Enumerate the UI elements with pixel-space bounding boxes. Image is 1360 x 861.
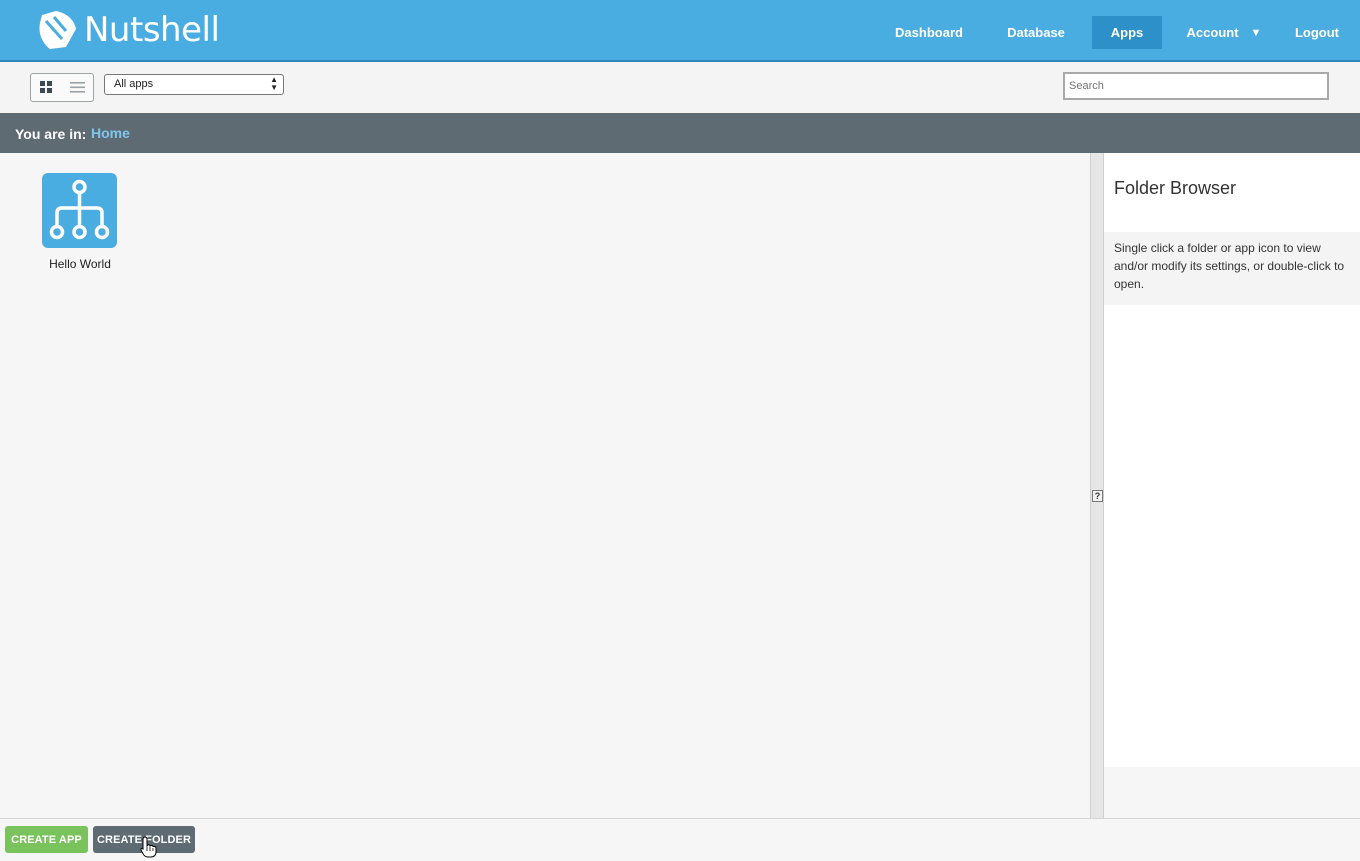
nutshell-logo-icon — [39, 11, 76, 49]
toolbar: All apps ▲ ▼ — [0, 62, 1360, 113]
nav-account-label: Account — [1186, 25, 1239, 40]
brand-name: Nutshell — [84, 10, 220, 50]
panel-title: Folder Browser — [1114, 178, 1237, 198]
create-app-button[interactable]: CREATE APP — [5, 826, 88, 853]
app-name: Hello World — [49, 257, 111, 271]
grid-view-button[interactable] — [31, 74, 62, 101]
nav-apps-label: Apps — [1110, 25, 1144, 40]
hand-pointer-icon — [140, 836, 157, 858]
breadcrumb-home-link[interactable]: Home — [91, 125, 130, 141]
app-tile[interactable]: Hello World — [30, 173, 130, 273]
top-navigation-bar: Nutshell Dashboard Database Apps Account… — [0, 0, 1360, 62]
footer-bar: CREATE APP CREATE FOLDER — [0, 818, 1360, 861]
app-hierarchy-icon — [42, 173, 117, 248]
nav-database[interactable]: Database — [996, 16, 1076, 49]
brand-logo[interactable]: Nutshell — [36, 9, 220, 51]
nav-dashboard[interactable]: Dashboard — [885, 16, 973, 49]
grid-icon — [40, 81, 52, 93]
app-filter-select[interactable]: All apps ▲ ▼ — [104, 74, 284, 95]
nav-dashboard-label: Dashboard — [895, 25, 963, 40]
panel-bottom-spacer — [1104, 767, 1360, 818]
panel-info: Single click a folder or app icon to vie… — [1104, 232, 1360, 305]
nav-database-label: Database — [1007, 25, 1065, 40]
folder-browser-panel: Folder Browser Single click a folder or … — [1104, 153, 1360, 767]
create-app-label: CREATE APP — [11, 833, 82, 846]
select-arrows-icon: ▲ ▼ — [270, 75, 278, 92]
nav-apps[interactable]: Apps — [1092, 16, 1162, 49]
list-icon — [70, 82, 85, 93]
help-icon[interactable]: ? — [1092, 490, 1103, 502]
breadcrumb: You are in: Home — [0, 113, 1360, 153]
app-filter-selected: All apps — [114, 78, 154, 90]
search-input[interactable] — [1063, 72, 1329, 100]
view-toggle — [30, 73, 94, 102]
nav-logout-label: Logout — [1294, 25, 1340, 40]
breadcrumb-label: You are in: — [15, 126, 87, 142]
app-browser-area: Hello World — [0, 153, 1090, 818]
nav-logout[interactable]: Logout — [1284, 16, 1350, 49]
list-view-button[interactable] — [62, 74, 93, 101]
panel-splitter[interactable]: ? — [1090, 153, 1104, 818]
nav-account[interactable]: Account ▼ — [1176, 16, 1272, 49]
chevron-down-icon: ▼ — [1250, 26, 1262, 39]
